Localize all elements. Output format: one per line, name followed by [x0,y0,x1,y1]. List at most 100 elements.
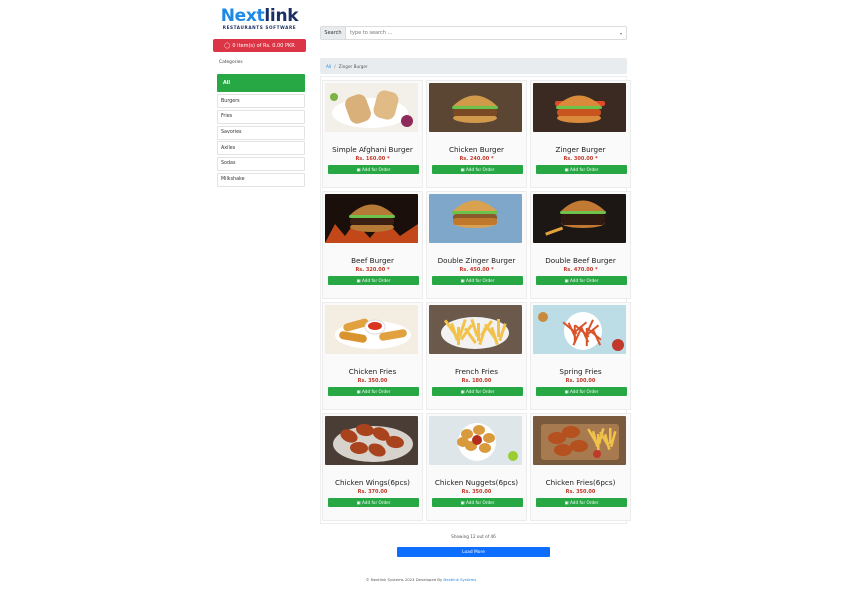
product-name: Chicken Nuggets(6pcs) [434,478,519,487]
product-image[interactable] [325,416,418,465]
add-for-order-label: Add for Order [570,167,599,172]
search-input[interactable] [346,27,616,39]
cart-icon: ▣ [460,389,465,394]
sidebar: Nextlink RESTAURANTS SOFTWARE ◯ 0 item(s… [213,8,306,188]
product-price-value: Rs. 450.00 [459,267,490,273]
product-price-value: Rs. 370.00 [357,489,388,495]
add-for-order-button[interactable]: ▣ Add for Order [432,387,523,396]
logo[interactable]: Nextlink RESTAURANTS SOFTWARE [213,8,306,30]
breadcrumb-current: Zinger Burger [338,63,368,69]
cart-icon: ▣ [460,167,465,172]
add-for-order-button[interactable]: ▣ Add for Order [432,498,523,507]
product-card-chicken-nuggets-6pcs: Chicken Nuggets(6pcs) Rs. 350.00 ▣ Add for … [426,413,527,521]
product-price-value: Rs. 100.00 [565,378,596,384]
cart-icon: ▣ [460,278,465,283]
product-image[interactable] [325,83,418,132]
add-for-order-button[interactable]: ▣ Add for Order [536,165,627,174]
add-for-order-button[interactable]: ▣ Add for Order [432,276,523,285]
add-for-order-button[interactable]: ▣ Add for Order [536,276,627,285]
add-for-order-button[interactable]: ▣ Add for Order [328,165,419,174]
main-content: Search ▾ All / Zinger Burger Simple Afgh… [320,26,631,524]
category-list: All Burgers Fries Savories Axiles Sodas Milksh… [213,74,306,187]
product-price-value: Rs. 300.00 [563,156,594,162]
cart-icon: ◯ [224,42,231,49]
add-for-order-button[interactable]: ▣ Add for Order [536,498,627,507]
cart-icon: ▣ [460,500,465,505]
add-for-order-label: Add for Order [466,500,495,505]
product-price-value: Rs. 180.00 [461,378,492,384]
product-card-chicken-fries: Chicken Fries Rs. 350.00 ▣ Add for Order [322,302,423,410]
search-dropdown-icon[interactable]: ▾ [616,27,626,39]
add-for-order-label: Add for Order [466,389,495,394]
add-for-order-button[interactable]: ▣ Add for Order [328,498,419,507]
product-name: Double Beef Burger [545,256,616,265]
category-item-all[interactable]: All [217,74,305,93]
breadcrumb-root[interactable]: All [326,64,331,69]
product-price-value: Rs. 350.00 [357,378,388,384]
footer: © Nextlink Systems 2024 Developed By Nex… [300,577,542,582]
product-image[interactable] [429,194,522,243]
category-item-fries[interactable]: Fries [217,109,305,124]
product-price-value: Rs. 240.00 [459,156,490,162]
product-price: Rs. 370.00 [323,489,422,495]
category-item-burgers[interactable]: Burgers [217,94,305,109]
product-image[interactable] [325,305,418,354]
cart-button[interactable]: ◯ 0 item(s) of Rs. 0.00 PKR [213,39,306,53]
product-price-value: Rs. 350.00 [461,489,492,495]
product-card-chicken-wings-6pcs: Chicken Wings(6pcs) Rs. 370.00 ▣ Add for Or… [322,413,423,521]
product-card-beef-burger: Beef Burger Rs. 320.00 * ▣ Add for Order [322,191,423,299]
product-card-chicken-burger: Chicken Burger Rs. 240.00 * ▣ Add for Order [426,80,527,188]
cart-icon: ▣ [564,500,569,505]
product-image[interactable] [533,83,626,132]
product-name: Chicken Burger [449,145,504,154]
add-for-order-label: Add for Order [466,278,495,283]
category-item-milkshake[interactable]: Milkshake [217,172,305,187]
search-bar: Search ▾ [320,26,627,40]
footer-text: © Nextlink Systems 2024 Developed By [365,577,444,582]
product-name: Chicken Wings(6pcs) [335,478,410,487]
category-item-axiles[interactable]: Axiles [217,141,305,156]
add-for-order-button[interactable]: ▣ Add for Order [536,387,627,396]
showing-count: Showing 12 out of 46 [451,534,496,539]
category-item-savories[interactable]: Savories [217,125,305,140]
load-more-button[interactable]: Load More [397,547,550,557]
product-image[interactable] [325,194,418,243]
add-for-order-button[interactable]: ▣ Add for Order [328,276,419,285]
product-price-value: Rs. 160.00 [355,156,386,162]
product-image[interactable] [533,194,626,243]
price-star-icon: * [593,156,598,162]
product-image[interactable] [429,416,522,465]
add-for-order-button[interactable]: ▣ Add for Order [328,387,419,396]
product-price: Rs. 470.00 * [531,267,630,273]
product-image[interactable] [429,83,522,132]
category-item-sodas[interactable]: Sodas [217,156,305,171]
add-for-order-button[interactable]: ▣ Add for Order [432,165,523,174]
cart-icon: ▣ [356,500,361,505]
footer-link[interactable]: Nextlink Systems [443,577,476,582]
product-name: Beef Burger [351,256,394,265]
product-price-value: Rs. 320.00 [355,267,386,273]
product-price: Rs. 300.00 * [531,156,630,162]
breadcrumb: All / Zinger Burger [320,58,627,74]
product-card-double-beef-burger: Double Beef Burger Rs. 470.00 * ▣ Add for O… [530,191,631,299]
add-for-order-label: Add for Order [362,389,391,394]
product-price: Rs. 160.00 * [323,156,422,162]
product-grid: Simple Afghani Burger Rs. 160.00 * ▣ Add fo… [322,80,631,521]
search-label: Search [321,27,346,39]
add-for-order-label: Add for Order [570,389,599,394]
add-for-order-label: Add for Order [570,500,599,505]
logo-link: link [264,6,299,26]
price-star-icon: * [385,267,390,273]
product-image[interactable] [429,305,522,354]
product-name: Zinger Burger [555,145,606,154]
product-price: Rs. 100.00 [531,378,630,384]
price-star-icon: * [593,267,598,273]
product-image[interactable] [533,305,626,354]
product-card-simple-afghani-burger: Simple Afghani Burger Rs. 160.00 * ▣ Add fo… [322,80,423,188]
categories-title: Categories [219,60,243,66]
cart-icon: ▣ [564,389,569,394]
product-name: Chicken Fries(6pcs) [545,478,616,487]
cart-icon: ▣ [564,278,569,283]
product-price-value: Rs. 470.00 [563,267,594,273]
product-image[interactable] [533,416,626,465]
